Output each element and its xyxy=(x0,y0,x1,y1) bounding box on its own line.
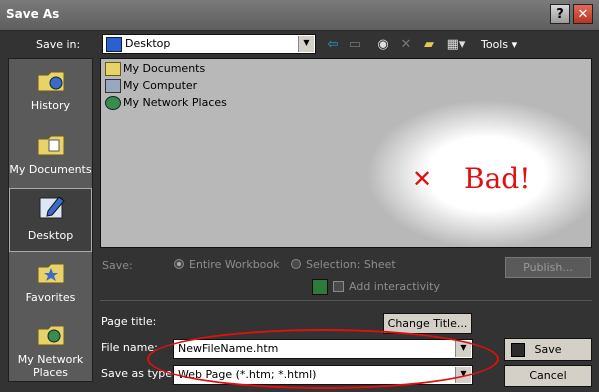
save-as-dialog: Save As ? ✕ Save in: Desktop ▼ ⇦ ▭ ◉ ✕ ▰… xyxy=(0,0,599,392)
places-label: History xyxy=(30,99,71,112)
save-button[interactable]: Save xyxy=(504,338,592,361)
window-title: Save As xyxy=(6,7,60,21)
help-button[interactable]: ? xyxy=(550,4,570,24)
file-name-field[interactable]: NewFileName.htm ▼ xyxy=(173,339,473,359)
file-list[interactable]: My Documents My Computer My Network Plac… xyxy=(100,58,592,248)
chevron-down-icon[interactable]: ▼ xyxy=(455,341,471,357)
title-bar: Save As ? ✕ xyxy=(0,0,599,31)
delete-icon[interactable]: ✕ xyxy=(397,36,415,54)
file-name-label: File name: xyxy=(101,341,158,354)
save-in-label: Save in: xyxy=(36,38,81,51)
publish-button[interactable]: Publish... xyxy=(505,257,591,278)
floppy-disk-icon xyxy=(511,343,525,357)
desktop-icon xyxy=(106,37,122,52)
desktop-pen-icon xyxy=(39,196,65,219)
places-my-documents[interactable]: My Documents xyxy=(9,125,92,189)
excel-web-icon xyxy=(312,279,328,295)
chevron-down-icon[interactable]: ▼ xyxy=(455,367,471,383)
places-favorites[interactable]: Favorites xyxy=(9,253,92,317)
selection-radio[interactable] xyxy=(291,259,301,269)
selection-label: Selection: Sheet xyxy=(306,258,396,271)
up-folder-icon[interactable]: ▭ xyxy=(346,36,364,54)
divider xyxy=(100,300,592,301)
new-folder-icon[interactable]: ▰ xyxy=(420,36,438,54)
save-as-type-value: Web Page (*.htm; *.html) xyxy=(178,368,317,381)
places-history[interactable]: History xyxy=(9,61,92,125)
favorites-folder-icon xyxy=(37,263,65,284)
network-globe-icon xyxy=(105,96,121,110)
places-label: My Documents xyxy=(9,163,92,176)
entire-workbook-radio[interactable] xyxy=(174,259,184,269)
tools-label: Tools xyxy=(481,38,509,51)
search-web-icon[interactable]: ◉ xyxy=(374,36,392,54)
save-in-dropdown[interactable]: Desktop ▼ xyxy=(102,34,316,54)
places-desktop[interactable]: Desktop xyxy=(9,188,92,252)
add-interactivity-label: Add interactivity xyxy=(349,280,440,293)
places-label: Desktop xyxy=(27,229,74,242)
folder-icon xyxy=(105,62,121,76)
network-folder-icon xyxy=(37,325,65,346)
save-in-value: Desktop xyxy=(125,37,171,50)
entire-workbook-label: Entire Workbook xyxy=(189,258,280,271)
close-button[interactable]: ✕ xyxy=(573,4,593,24)
places-label: My Network Places xyxy=(17,353,84,379)
places-bar: History My Documents Desktop Favorites M… xyxy=(8,58,93,382)
my-documents-folder-icon xyxy=(37,135,65,156)
save-as-type-dropdown[interactable]: Web Page (*.htm; *.html) ▼ xyxy=(173,365,473,385)
bad-annotation: Bad! xyxy=(464,162,531,195)
list-item[interactable]: My Computer xyxy=(105,79,197,95)
file-name-value: NewFileName.htm xyxy=(178,342,279,355)
computer-icon xyxy=(105,79,121,93)
history-folder-icon xyxy=(37,71,65,92)
save-label: Save xyxy=(534,343,562,356)
tools-menu[interactable]: Tools ▾ xyxy=(481,38,517,51)
save-as-type-label: Save as type: xyxy=(101,367,176,380)
page-title-label: Page title: xyxy=(101,315,157,328)
views-icon[interactable]: ▦▾ xyxy=(444,36,468,54)
change-title-button[interactable]: Change Title... xyxy=(383,313,472,334)
places-my-network-places[interactable]: My Network Places xyxy=(9,315,92,379)
add-interactivity-checkbox[interactable] xyxy=(333,281,344,292)
red-x-mark: ✕ xyxy=(412,165,433,193)
list-item[interactable]: My Documents xyxy=(105,62,205,78)
back-icon[interactable]: ⇦ xyxy=(324,36,342,54)
list-item[interactable]: My Network Places xyxy=(105,96,227,112)
chevron-down-icon[interactable]: ▼ xyxy=(298,36,314,52)
places-label: Favorites xyxy=(25,291,76,304)
cancel-button[interactable]: Cancel xyxy=(504,365,592,387)
save-label: Save: xyxy=(102,259,133,272)
